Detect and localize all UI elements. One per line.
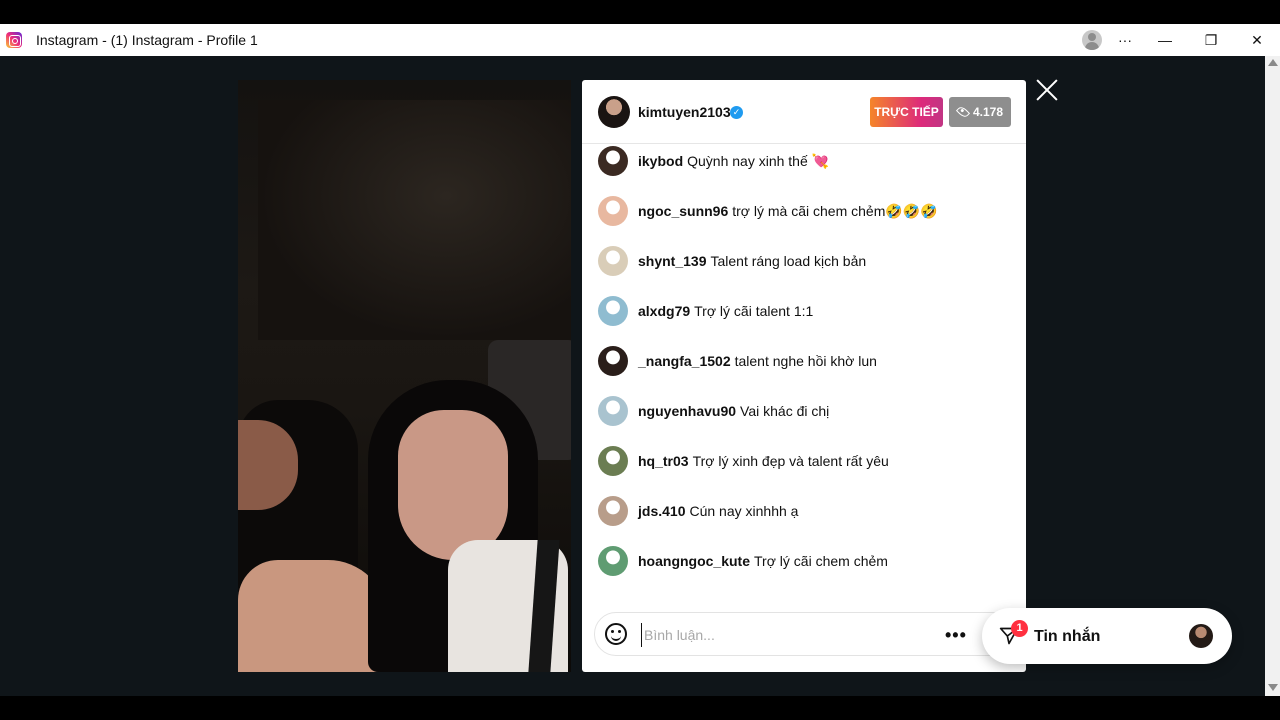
- comment-avatar[interactable]: [598, 246, 628, 276]
- comment-text: talent nghe hồi khờ lun: [734, 353, 877, 369]
- comment-item: _nangfa_1502 talent nghe hồi khờ lun: [598, 346, 877, 376]
- comment-item: ikybod Quỳnh nay xinh thế 💘: [598, 146, 829, 176]
- comment-avatar[interactable]: [598, 396, 628, 426]
- comment-username[interactable]: nguyenhavu90: [638, 403, 736, 419]
- scroll-up-arrow-icon[interactable]: [1268, 59, 1278, 66]
- window-restore-button[interactable]: ❐: [1188, 24, 1234, 56]
- eye-icon: [955, 104, 971, 120]
- comment-avatar[interactable]: [598, 546, 628, 576]
- live-comments-panel: kimtuyen2103 ✓ TRỰC TIẾP 4.178 ikybod Quỳ…: [582, 80, 1026, 672]
- comment-text: Cún nay xinhhh ạ: [689, 503, 799, 519]
- comment-composer: •••: [594, 612, 1014, 656]
- comment-avatar[interactable]: [598, 296, 628, 326]
- messages-label: Tin nhắn: [1034, 628, 1101, 645]
- comment-username[interactable]: hq_tr03: [638, 453, 689, 469]
- page-scrollbar[interactable]: [1265, 56, 1280, 696]
- comment-item: hoangngoc_kute Trợ lý cãi chem chẻm: [598, 546, 888, 576]
- viewer-count: 4.178: [972, 105, 1004, 119]
- messages-button[interactable]: 1 Tin nhắn: [982, 608, 1232, 664]
- comment-item: hq_tr03 Trợ lý xinh đẹp và talent rất yêu: [598, 446, 889, 476]
- comment-avatar[interactable]: [598, 346, 628, 376]
- comment-text: Trợ lý xinh đẹp và talent rất yêu: [692, 453, 889, 469]
- video-car-ceiling: [258, 100, 571, 340]
- more-options-icon[interactable]: •••: [945, 625, 967, 646]
- comment-item: nguyenhavu90 Vai khác đi chị: [598, 396, 829, 426]
- video-person-left-body: [238, 560, 388, 672]
- live-badge: TRỰC TIẾP: [870, 97, 943, 127]
- live-video[interactable]: [238, 80, 571, 672]
- comment-item: shynt_139 Talent ráng load kịch bản: [598, 246, 866, 276]
- comment-text: Trợ lý cãi chem chẻm: [754, 553, 888, 569]
- host-username[interactable]: kimtuyen2103: [638, 104, 731, 120]
- comment-list[interactable]: ikybod Quỳnh nay xinh thế 💘 ngoc_sunn96 tr…: [582, 144, 1026, 604]
- close-icon[interactable]: [1034, 78, 1060, 104]
- comment-text: Talent ráng load kịch bản: [710, 253, 867, 269]
- comment-username[interactable]: ngoc_sunn96: [638, 203, 728, 219]
- comment-avatar[interactable]: [598, 146, 628, 176]
- verified-badge-icon: ✓: [730, 106, 743, 119]
- browser-profile-icon[interactable]: [1082, 30, 1102, 50]
- comment-username[interactable]: alxdg79: [638, 303, 690, 319]
- letterbox-bottom: [0, 696, 1280, 720]
- video-person-right-face: [398, 410, 508, 560]
- viewer-count-badge[interactable]: 4.178: [949, 97, 1011, 127]
- comment-item: jds.410 Cún nay xinhhh ạ: [598, 496, 798, 526]
- comment-text: Vai khác đi chị: [740, 403, 830, 419]
- comment-avatar[interactable]: [598, 196, 628, 226]
- live-header: kimtuyen2103 ✓ TRỰC TIẾP 4.178: [582, 80, 1026, 144]
- comment-item: ngoc_sunn96 trợ lý mà cãi chem chẻm🤣🤣🤣: [598, 196, 938, 226]
- comment-username[interactable]: shynt_139: [638, 253, 706, 269]
- window-minimize-button[interactable]: —: [1142, 24, 1188, 56]
- message-avatar: [1189, 624, 1213, 648]
- comment-text: Trợ lý cãi talent 1:1: [694, 303, 814, 319]
- window-close-button[interactable]: ✕: [1234, 24, 1280, 56]
- comment-text: trợ lý mà cãi chem chẻm🤣🤣🤣: [732, 202, 938, 219]
- message-badge: 1: [1011, 620, 1028, 637]
- comment-input[interactable]: [641, 623, 931, 647]
- comment-text: Quỳnh nay xinh thế 💘: [687, 152, 830, 169]
- comment-username[interactable]: _nangfa_1502: [638, 353, 731, 369]
- comment-username[interactable]: ikybod: [638, 153, 683, 169]
- instagram-app-icon: [6, 32, 22, 48]
- comment-item: alxdg79 Trợ lý cãi talent 1:1: [598, 296, 813, 326]
- comment-username[interactable]: jds.410: [638, 503, 685, 519]
- comment-avatar[interactable]: [598, 496, 628, 526]
- letterbox-top: [0, 0, 1280, 24]
- emoji-icon[interactable]: [605, 623, 627, 645]
- window-title: Instagram - (1) Instagram - Profile 1: [36, 32, 258, 48]
- host-avatar[interactable]: [598, 96, 630, 128]
- comment-username[interactable]: hoangngoc_kute: [638, 553, 750, 569]
- scroll-down-arrow-icon[interactable]: [1268, 684, 1278, 691]
- comment-avatar[interactable]: [598, 446, 628, 476]
